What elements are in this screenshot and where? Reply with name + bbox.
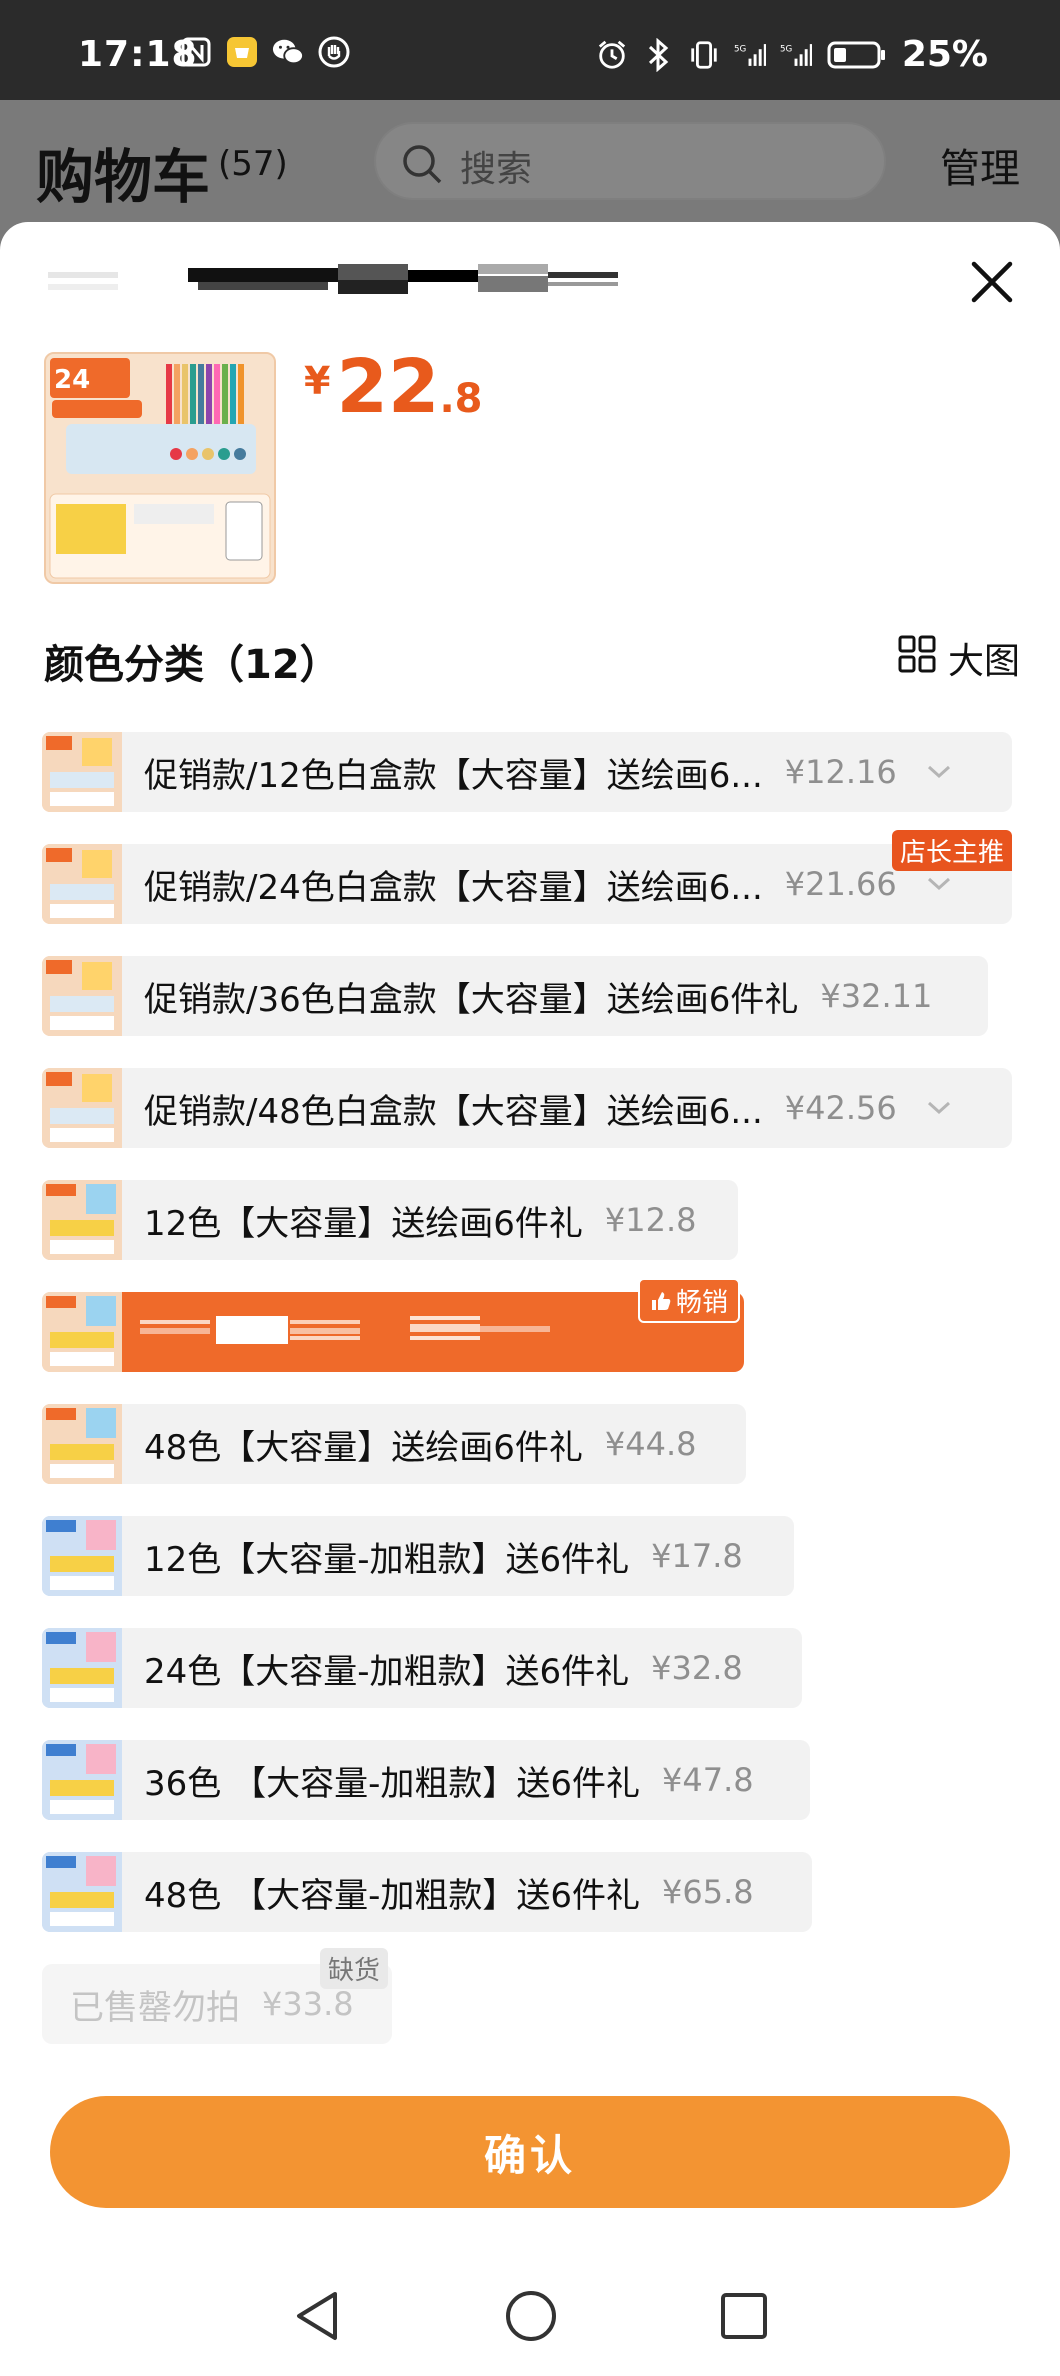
price-currency: ¥ <box>304 359 331 403</box>
status-right-icons: 5G 5G 25% <box>596 34 988 75</box>
sku-option-label: 促销款/36色白盒款【大容量】送绘画6件礼 <box>144 979 799 1020</box>
color-category-title: 颜色分类（12） <box>44 642 340 688</box>
manage-button[interactable]: 管理 <box>940 136 1020 194</box>
status-bar: 17:18 5G 5G 25% <box>0 0 1060 100</box>
wechat-icon <box>272 36 304 68</box>
sku-option-sold-out: 已售罄勿拍 ¥33.8 缺货 <box>42 1948 392 2044</box>
sku-thumbnail <box>42 1180 122 1260</box>
chevron-down-icon[interactable] <box>925 762 953 782</box>
selected-price: ¥22.8 <box>304 344 482 430</box>
sku-option-label: 48色 【大容量-加粗款】送6件礼 <box>144 1875 640 1916</box>
sku-option-label: 12色【大容量-加粗款】送6件礼 <box>144 1539 630 1580</box>
battery-icon <box>826 39 888 71</box>
sku-option-label: 促销款/12色白盒款【大容量】送绘画6... <box>144 755 763 796</box>
recent-apps-icon[interactable] <box>719 2291 769 2345</box>
sku-option-price: ¥17.8 <box>651 1537 743 1575</box>
cart-title: 购物车 <box>36 143 211 211</box>
best-seller-badge: 畅销 <box>637 1278 740 1323</box>
large-image-toggle[interactable]: 大图 <box>898 632 1020 684</box>
large-image-label: 大图 <box>947 641 1020 682</box>
redacted-option-label <box>140 1310 600 1354</box>
sku-option-price: ¥32.11 <box>820 977 933 1015</box>
vibrate-icon <box>688 39 720 71</box>
svg-text:5G: 5G <box>780 44 793 54</box>
sku-option[interactable]: 48色 【大容量-加粗款】送6件礼 ¥65.8 <box>42 1852 812 1932</box>
system-nav-bar <box>0 2260 1060 2376</box>
search-placeholder: 搜索 <box>460 149 533 190</box>
sku-thumbnail <box>42 1404 122 1484</box>
sku-option[interactable]: 12色【大容量-加粗款】送6件礼 ¥17.8 <box>42 1516 794 1596</box>
sku-option-selected[interactable]: 畅销 <box>42 1278 744 1372</box>
sku-option-price: ¥65.8 <box>661 1873 754 1911</box>
sku-option[interactable]: 12色【大容量】送绘画6件礼 ¥12.8 <box>42 1180 738 1260</box>
sku-thumbnail <box>42 1068 122 1148</box>
signal-5g-icon: 5G <box>780 39 812 71</box>
sku-option-label: 48色【大容量】送绘画6件礼 <box>144 1427 583 1468</box>
sku-option[interactable]: 24色【大容量-加粗款】送6件礼 ¥32.8 <box>42 1628 802 1708</box>
best-seller-label: 畅销 <box>675 1288 728 1318</box>
thumbs-up-icon <box>651 1291 671 1310</box>
app-notification-icon <box>226 36 258 68</box>
sku-option-label: 24色【大容量-加粗款】送6件礼 <box>144 1651 630 1692</box>
sku-option-price: ¥47.8 <box>661 1761 754 1799</box>
grid-icon <box>898 635 936 682</box>
price-decimal: .8 <box>439 376 483 422</box>
sku-option-price: ¥21.66 <box>784 865 897 903</box>
sku-option[interactable]: 促销款/12色白盒款【大容量】送绘画6... ¥12.16 <box>42 732 1012 812</box>
sku-option-price: ¥12.8 <box>604 1201 697 1239</box>
svg-text:24: 24 <box>54 365 90 395</box>
search-icon <box>400 142 444 190</box>
close-button[interactable] <box>962 252 1022 312</box>
status-left-icons <box>180 36 350 68</box>
sku-thumbnail <box>42 732 122 812</box>
chevron-down-icon[interactable] <box>925 1098 953 1118</box>
nfc-icon <box>180 36 212 68</box>
redacted-product-title <box>48 262 618 298</box>
sku-option-label: 12色【大容量】送绘画6件礼 <box>144 1203 583 1244</box>
sku-option[interactable]: 促销款/48色白盒款【大容量】送绘画6... ¥42.56 <box>42 1068 1012 1148</box>
sku-thumbnail <box>42 1292 122 1372</box>
sku-option[interactable]: 促销款/36色白盒款【大容量】送绘画6件礼 ¥32.11 <box>42 956 988 1036</box>
sku-option-price: ¥33.8 <box>262 1985 354 2023</box>
sku-option[interactable]: 促销款/24色白盒款【大容量】送绘画6... ¥21.66 店长主推 <box>42 830 1012 924</box>
confirm-button[interactable]: 确认 <box>50 2096 1010 2208</box>
bluetooth-icon <box>642 37 674 72</box>
product-image[interactable]: 24 <box>44 352 276 584</box>
sku-thumbnail <box>42 1740 122 1820</box>
sku-thumbnail <box>42 844 122 924</box>
sku-option[interactable]: 48色【大容量】送绘画6件礼 ¥44.8 <box>42 1404 746 1484</box>
alarm-icon <box>596 39 628 71</box>
back-icon[interactable] <box>291 2288 343 2348</box>
sku-thumbnail <box>42 1852 122 1932</box>
sku-option-label: 促销款/48色白盒款【大容量】送绘画6... <box>144 1091 763 1132</box>
search-bar[interactable]: 搜索 <box>374 122 886 200</box>
svg-text:5G: 5G <box>734 44 747 54</box>
store-recommend-badge: 店长主推 <box>891 830 1012 871</box>
sku-selection-sheet: 24 ¥22.8 颜色分类（12） 大图 促销款/12色白盒款【大容量】送绘画6… <box>0 222 1060 2376</box>
sku-option-price: ¥32.8 <box>651 1649 743 1687</box>
sku-option-price: ¥42.56 <box>784 1089 897 1127</box>
close-icon <box>971 261 1013 303</box>
sku-thumbnail <box>42 1628 122 1708</box>
hand-icon <box>318 36 350 68</box>
chevron-down-icon[interactable] <box>925 874 953 894</box>
price-integer: 22 <box>336 344 440 430</box>
battery-percentage: 25% <box>901 34 988 75</box>
sku-thumbnail <box>42 956 122 1036</box>
cart-count: (57) <box>218 144 288 184</box>
sku-option-label: 36色 【大容量-加粗款】送6件礼 <box>144 1763 640 1804</box>
sku-option-price: ¥12.16 <box>784 753 897 791</box>
sku-option-label: 促销款/24色白盒款【大容量】送绘画6... <box>144 867 763 908</box>
home-icon[interactable] <box>503 2288 559 2348</box>
sku-option-label: 已售罄勿拍 <box>70 1987 240 2028</box>
sku-option[interactable]: 36色 【大容量-加粗款】送6件礼 ¥47.8 <box>42 1740 810 1820</box>
sku-thumbnail <box>42 1516 122 1596</box>
out-of-stock-badge: 缺货 <box>319 1948 388 1989</box>
sku-option-price: ¥44.8 <box>604 1425 697 1463</box>
signal-5g-icon: 5G <box>734 39 766 71</box>
